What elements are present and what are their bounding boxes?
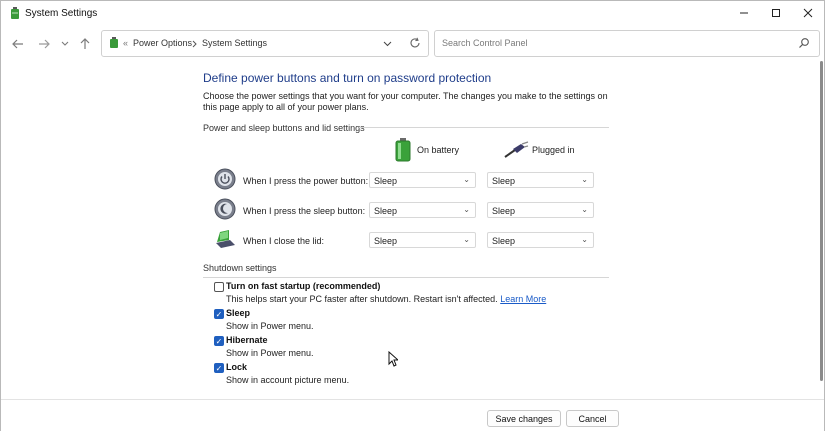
page-description: Choose the power settings that you want … [203, 91, 608, 112]
power-button-label: When I press the power button: [243, 176, 369, 186]
chevron-down-icon: ⌄ [581, 175, 588, 184]
forward-button[interactable] [35, 35, 53, 53]
footer-bar: Save changes Cancel [1, 399, 824, 431]
save-changes-button[interactable]: Save changes [487, 410, 561, 427]
hibernate-checkbox[interactable]: ✓ [214, 336, 224, 346]
power-buttons-section-title: Power and sleep buttons and lid settings [203, 123, 365, 133]
battery-icon [395, 138, 411, 162]
search-box[interactable]: Search Control Panel [434, 30, 820, 57]
power-button-plugged-select[interactable]: Sleep ⌄ [487, 172, 594, 188]
up-arrow-icon [80, 38, 90, 49]
select-value: Sleep [492, 176, 516, 186]
breadcrumb-system-settings[interactable]: System Settings [202, 38, 267, 48]
learn-more-link[interactable]: Learn More [500, 294, 546, 304]
minimize-icon [740, 12, 748, 14]
close-lid-label: When I close the lid: [243, 236, 325, 246]
minimize-button[interactable] [727, 1, 761, 25]
chevron-down-icon: ⌄ [463, 175, 470, 184]
sleep-button-label: When I press the sleep button: [243, 206, 366, 216]
close-lid-plugged-select[interactable]: Sleep ⌄ [487, 232, 594, 248]
breadcrumb-separator-icon [192, 40, 197, 48]
fast-startup-hint-text: This helps start your PC faster after sh… [226, 294, 498, 304]
breadcrumb-power-options[interactable]: Power Options [133, 38, 192, 48]
address-bar[interactable]: « Power Options System Settings [101, 30, 429, 57]
plugged-in-column-header: Plugged in [532, 145, 575, 155]
sleep-button-battery-select[interactable]: Sleep ⌄ [369, 202, 476, 218]
system-settings-window: System Settings « Power Options System S… [0, 0, 825, 431]
power-button-battery-select[interactable]: Sleep ⌄ [369, 172, 476, 188]
cancel-button[interactable]: Cancel [566, 410, 619, 427]
chevron-down-icon: ⌄ [581, 235, 588, 244]
address-dropdown-icon[interactable] [383, 41, 392, 47]
chevron-down-icon [61, 41, 69, 46]
sleep-checkbox[interactable]: ✓ [214, 309, 224, 319]
select-value: Sleep [492, 236, 516, 246]
up-button[interactable] [76, 35, 94, 53]
fast-startup-label[interactable]: Turn on fast startup (recommended) [226, 281, 380, 291]
power-button-icon [214, 168, 236, 190]
search-icon[interactable] [798, 37, 810, 49]
refresh-icon[interactable] [409, 37, 421, 49]
section-divider [203, 277, 609, 278]
lock-checkbox[interactable]: ✓ [214, 363, 224, 373]
hibernate-hint: Show in Power menu. [226, 348, 314, 358]
lock-hint: Show in account picture menu. [226, 375, 350, 385]
sleep-button-plugged-select[interactable]: Sleep ⌄ [487, 202, 594, 218]
back-button[interactable] [9, 35, 27, 53]
forward-arrow-icon [39, 39, 50, 49]
sleep-button-icon [214, 198, 236, 220]
close-button[interactable] [791, 1, 825, 25]
select-value: Sleep [374, 176, 398, 186]
on-battery-column-header: On battery [417, 145, 460, 155]
search-placeholder: Search Control Panel [442, 38, 528, 48]
power-options-app-icon [11, 7, 19, 19]
close-icon [803, 8, 813, 18]
title-bar: System Settings [1, 1, 824, 27]
power-plug-icon [504, 141, 529, 158]
fast-startup-checkbox[interactable] [214, 282, 224, 292]
chevron-down-icon: ⌄ [463, 205, 470, 214]
select-value: Sleep [492, 206, 516, 216]
chevron-down-icon: ⌄ [463, 235, 470, 244]
control-panel-icon [110, 37, 118, 48]
shutdown-section-title: Shutdown settings [203, 263, 277, 273]
window-title: System Settings [25, 8, 98, 19]
fast-startup-hint: This helps start your PC faster after sh… [226, 294, 546, 304]
navigation-bar: « Power Options System Settings Search C… [1, 27, 824, 61]
vertical-scrollbar[interactable] [820, 61, 823, 381]
laptop-lid-icon [216, 230, 235, 248]
select-value: Sleep [374, 206, 398, 216]
mouse-cursor-icon [388, 351, 398, 367]
sleep-checkbox-label[interactable]: Sleep [226, 308, 250, 318]
page-title: Define power buttons and turn on passwor… [203, 71, 492, 85]
section-divider [359, 127, 609, 128]
maximize-button[interactable] [759, 1, 793, 25]
lock-checkbox-label[interactable]: Lock [226, 362, 247, 372]
sleep-hint: Show in Power menu. [226, 321, 314, 331]
close-lid-battery-select[interactable]: Sleep ⌄ [369, 232, 476, 248]
back-arrow-icon [12, 39, 23, 49]
hibernate-checkbox-label[interactable]: Hibernate [226, 335, 268, 345]
chevron-down-icon: ⌄ [581, 205, 588, 214]
breadcrumb-overflow[interactable]: « [123, 38, 128, 48]
maximize-icon [772, 9, 780, 17]
recent-locations-button[interactable] [56, 35, 74, 53]
select-value: Sleep [374, 236, 398, 246]
